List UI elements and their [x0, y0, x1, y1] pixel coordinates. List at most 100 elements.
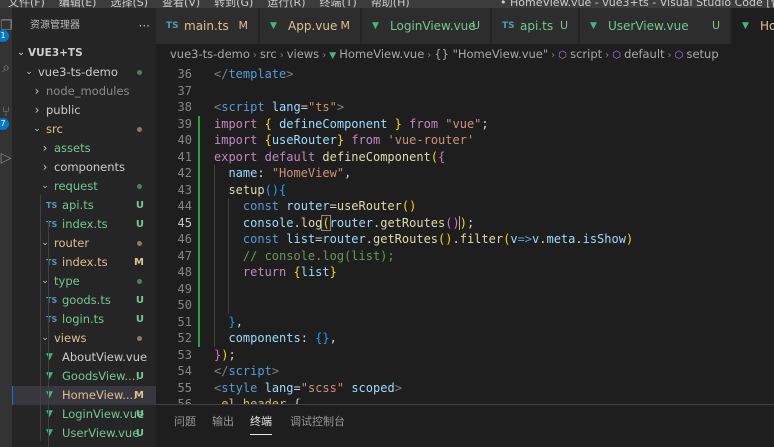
editor-tab[interactable]: ▼ Hom	[732, 8, 774, 44]
code-line[interactable]: 56 .el-header {	[156, 396, 774, 404]
folder-row[interactable]: ⌄ vue3-ts-demo	[12, 63, 156, 82]
folder-row[interactable]: ⌄ views	[12, 329, 156, 348]
code-token: .	[293, 215, 301, 230]
code-line[interactable]: 51 },	[156, 314, 774, 331]
code-line[interactable]: 47 // console.log(list);	[156, 248, 774, 265]
code-text: components: {},	[214, 330, 336, 347]
code-line[interactable]: 37	[156, 83, 774, 100]
menu-item-6[interactable]: 终端(T)	[320, 0, 357, 8]
code-token: export	[214, 149, 258, 164]
panel-tab[interactable]: 调试控制台	[290, 413, 345, 429]
explorer-badge: 1	[0, 30, 9, 42]
code-token: .	[365, 232, 373, 246]
code-line[interactable]: 40 import {useRouter} from 'vue-router'	[156, 132, 774, 149]
menu-item-4[interactable]: 转到(G)	[214, 0, 253, 8]
code-token: ()	[401, 199, 417, 213]
panel-tab[interactable]: 终端	[250, 413, 272, 435]
code-line[interactable]: 36 </template>	[156, 66, 774, 83]
code-line[interactable]: 43 setup(){	[156, 182, 774, 199]
file-row[interactable]: TS api.ts U	[12, 196, 156, 215]
folder-row[interactable]: ⌄ request	[12, 177, 156, 196]
vue-file-icon: ▼	[270, 21, 277, 31]
breadcrumb-item[interactable]: setup	[686, 47, 718, 61]
file-row[interactable]: ▼ HomeView.... M	[12, 386, 156, 405]
code-line[interactable]: 49	[156, 281, 774, 298]
folder-row[interactable]: › node_modules	[12, 82, 156, 101]
editor-tab[interactable]: ▼ App.vue M	[260, 8, 361, 44]
workspace-root[interactable]: ⌄ VUE3+TS	[12, 44, 156, 63]
code-token: )	[625, 232, 634, 246]
code-editor[interactable]: 36 </template> 37 38 <script lang="ts"> 39 imp…	[156, 64, 774, 404]
editor-tab[interactable]: ▼ UserView.vue U	[580, 8, 731, 44]
line-number: 51	[177, 314, 192, 329]
code-line[interactable]: 39 import { defineComponent } from "vue";	[156, 116, 774, 133]
breadcrumb-item[interactable]: default	[624, 47, 664, 61]
menu-item-1[interactable]: 编辑(E)	[59, 0, 97, 8]
git-status-badge: M	[340, 19, 351, 32]
code-line[interactable]: 53});	[156, 347, 774, 364]
code-text: </script>	[214, 363, 279, 380]
breadcrumb-item[interactable]: src	[260, 47, 277, 61]
code-line[interactable]: 45 console.log(router.getRoutes());	[156, 214, 774, 232]
line-number: 53	[177, 347, 192, 362]
breadcrumb-item[interactable]: {} "HomeView.vue"	[434, 47, 548, 61]
menu-item-7[interactable]: 帮助(H)	[371, 0, 410, 8]
menu-item-5[interactable]: 运行(R)	[267, 0, 305, 8]
code-token: components	[228, 331, 301, 345]
file-row[interactable]: ▼ AboutView.vue	[12, 348, 156, 367]
more-actions-icon[interactable]: ···	[139, 8, 150, 44]
code-line[interactable]: 50	[156, 297, 774, 314]
vue-file-icon: ▼	[742, 21, 749, 31]
menu-item-0[interactable]: 文件(F)	[8, 0, 45, 8]
code-token: from	[351, 133, 381, 147]
folder-row[interactable]: › components	[12, 158, 156, 177]
code-token: setup	[228, 182, 265, 197]
git-status-dot	[137, 70, 142, 75]
code-token: getRoutes	[380, 215, 446, 230]
editor-tab[interactable]: ▼ LoginView.vue U	[362, 8, 491, 44]
folder-row[interactable]: ⌄ src	[12, 120, 156, 139]
breadcrumb-item[interactable]: script	[570, 47, 602, 61]
file-row[interactable]: ▼ LoginView.vue U	[12, 405, 156, 424]
menu-item-2[interactable]: 选择(S)	[110, 0, 148, 8]
editor-tab[interactable]: TS api.ts U	[492, 8, 579, 44]
file-row[interactable]: TS login.ts U	[12, 310, 156, 329]
code-line[interactable]: 41 export default defineComponent({	[156, 149, 774, 166]
panel-tab[interactable]: 问题	[174, 413, 196, 429]
code-token: >	[271, 364, 280, 378]
code-line[interactable]: 44 const router=useRouter()	[156, 198, 774, 215]
file-row[interactable]: TS index.ts U	[12, 215, 156, 234]
code-line[interactable]: 48 return {list}	[156, 264, 774, 281]
code-line[interactable]: 54 </script>	[156, 363, 774, 380]
folder-row[interactable]: ⌄ type	[12, 272, 156, 291]
breadcrumb-item[interactable]: HomeView.vue	[339, 47, 424, 61]
code-token: =	[329, 199, 337, 213]
run-debug-icon[interactable]: ▷	[0, 148, 12, 168]
git-status-badge: U	[135, 295, 144, 306]
code-line[interactable]: 55 <style lang="scss" scoped>	[156, 380, 774, 397]
code-token: "scss"	[300, 380, 345, 395]
editor-tab[interactable]: TS main.ts M	[156, 8, 259, 44]
breadcrumb-item[interactable]: views	[287, 47, 319, 61]
file-row[interactable]: ▼ UserView.vue U	[12, 424, 156, 443]
file-row[interactable]: ▼ GoodsView.... U	[12, 367, 156, 386]
menu-item-3[interactable]: 查看(V)	[162, 0, 200, 8]
code-line[interactable]: 42 name: "HomeView",	[156, 165, 774, 182]
window-title: • HomeView.vue - vue3+ts - Visual Studio…	[500, 0, 774, 8]
git-status-badge: M	[134, 257, 144, 268]
search-icon[interactable]: ⌕	[0, 58, 12, 78]
code-line[interactable]: 52 components: {},	[156, 330, 774, 347]
code-line[interactable]: 46 const list=router.getRoutes().filter(…	[156, 231, 774, 248]
file-row[interactable]: TS index.ts M	[12, 253, 156, 272]
folder-row[interactable]: › assets	[12, 139, 156, 158]
line-number: 52	[177, 331, 192, 345]
code-token: isShow	[582, 232, 626, 246]
code-line[interactable]: 38 <script lang="ts">	[156, 99, 774, 116]
panel-tab[interactable]: 输出	[212, 413, 234, 429]
file-row[interactable]: TS goods.ts U	[12, 291, 156, 310]
breadcrumb-item[interactable]: vue3-ts-demo	[170, 47, 250, 61]
folder-row[interactable]: › public	[12, 101, 156, 120]
folder-row[interactable]: ⌄ router	[12, 234, 156, 253]
chevron-right-icon: ›	[605, 50, 610, 61]
code-token: getRoutes	[373, 232, 439, 246]
